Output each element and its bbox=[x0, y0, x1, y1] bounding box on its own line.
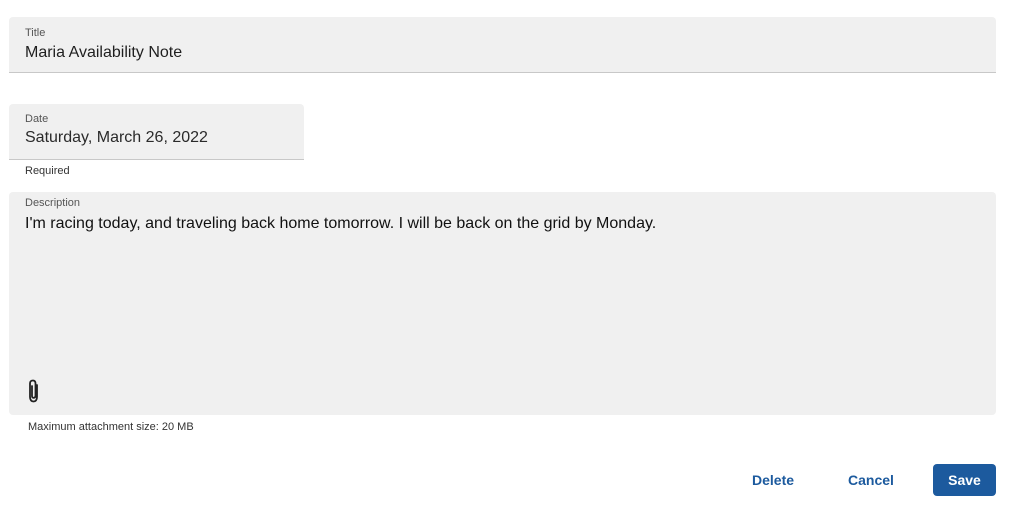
title-field-label: Title bbox=[25, 27, 46, 39]
paperclip-icon-graphic bbox=[29, 379, 38, 403]
title-field-underline bbox=[9, 72, 996, 73]
paperclip-icon[interactable] bbox=[25, 378, 43, 404]
date-field-underline bbox=[9, 159, 304, 160]
cancel-button[interactable]: Cancel bbox=[838, 464, 904, 496]
delete-button[interactable]: Delete bbox=[742, 464, 804, 496]
date-field-label: Date bbox=[25, 113, 49, 125]
save-button[interactable]: Save bbox=[933, 464, 996, 496]
description-field-label: Description bbox=[25, 197, 81, 209]
date-field[interactable]: Date Saturday, March 26, 2022 bbox=[9, 104, 304, 160]
description-field[interactable]: Description I'm racing today, and travel… bbox=[9, 192, 996, 415]
title-field[interactable]: Title Maria Availability Note bbox=[9, 17, 996, 73]
description-field-value[interactable]: I'm racing today, and traveling back hom… bbox=[25, 215, 656, 233]
date-required-helper: Required bbox=[25, 165, 70, 177]
date-field-value[interactable]: Saturday, March 26, 2022 bbox=[25, 129, 208, 147]
title-field-value[interactable]: Maria Availability Note bbox=[25, 44, 182, 62]
attachment-size-helper: Maximum attachment size: 20 MB bbox=[28, 421, 194, 433]
